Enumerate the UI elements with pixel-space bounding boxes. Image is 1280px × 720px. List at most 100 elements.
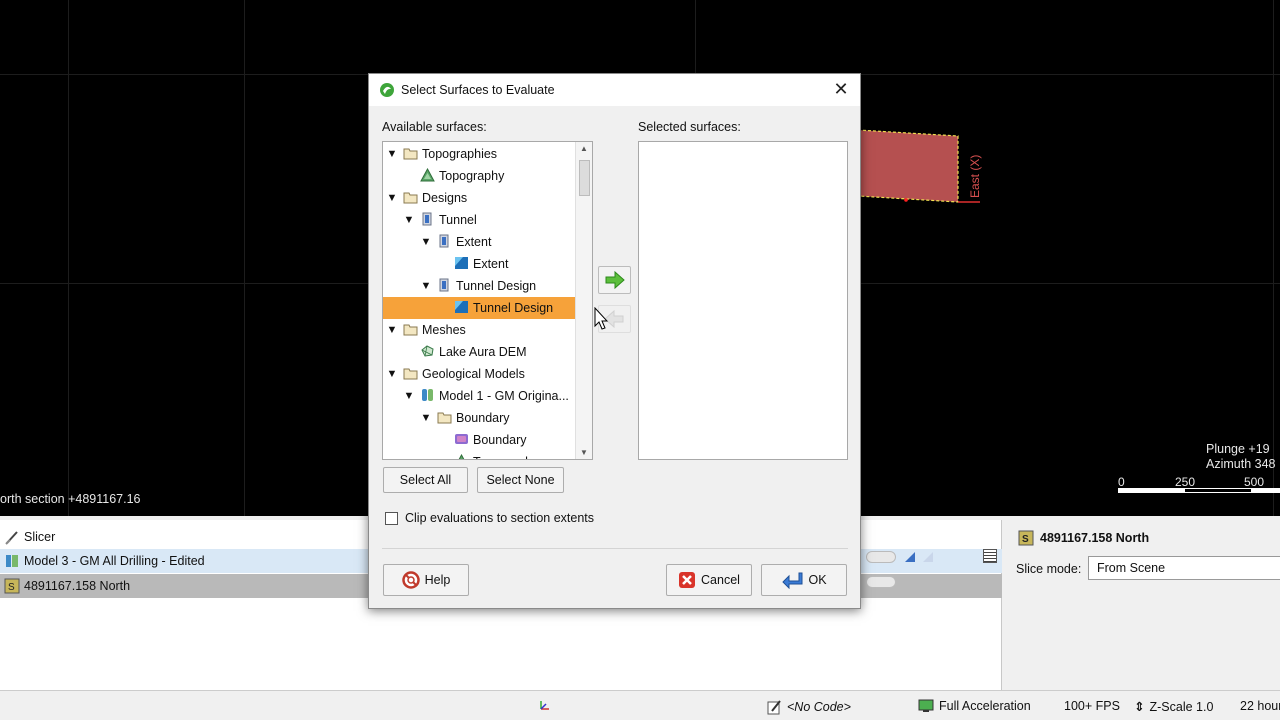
- toggle-button[interactable]: [866, 551, 896, 563]
- tree-item-label: Tunnel: [439, 213, 477, 227]
- geomodel-icon: [6, 555, 18, 567]
- dialog-titlebar[interactable]: Select Surfaces to Evaluate: [369, 74, 860, 106]
- zscale-icon: ⇕: [1134, 700, 1145, 714]
- svg-text:S: S: [1022, 534, 1029, 545]
- grid-line: [1273, 0, 1274, 516]
- edit-code-icon: [767, 700, 781, 715]
- scale-bar: [1118, 488, 1280, 493]
- folder-icon: [437, 410, 452, 427]
- tree-item[interactable]: ▼ Extent: [383, 231, 576, 253]
- tree-item-label: Geological Models: [422, 367, 525, 381]
- tree-item[interactable]: Topography: [383, 451, 576, 459]
- geomodel-icon: [420, 388, 435, 405]
- svg-text:S: S: [8, 582, 15, 593]
- expand-triangle-icon[interactable]: ▼: [419, 412, 433, 424]
- play-icon[interactable]: [903, 550, 917, 564]
- topography-icon: [420, 167, 435, 185]
- list-view-icon[interactable]: [983, 549, 997, 563]
- tree-item[interactable]: ▼ Designs: [383, 187, 576, 209]
- cancel-x-icon: [679, 572, 696, 588]
- scrollbar-thumb[interactable]: [579, 160, 590, 196]
- folder-icon: [403, 366, 418, 383]
- scale-tick-label: 0: [1118, 475, 1125, 489]
- tree-item[interactable]: Lake Aura DEM: [383, 341, 576, 363]
- status-bar: <No Code> Full Acceleration 100+ FPS ⇕ Z…: [0, 690, 1280, 720]
- dialog-separator: [382, 548, 848, 549]
- tree-item-label: Designs: [422, 191, 468, 205]
- status-fps: 100+ FPS: [1064, 699, 1120, 713]
- tree-item[interactable]: ▼ Tunnel: [383, 209, 576, 231]
- slicer-icon: [5, 531, 18, 545]
- help-button[interactable]: Help: [383, 564, 469, 596]
- clip-evaluations-checkbox[interactable]: [385, 512, 398, 525]
- axis-indicator-icon: [540, 701, 549, 710]
- tree-item-label: Model 1 - GM Origina...: [439, 389, 569, 403]
- grid-line: [244, 0, 245, 516]
- section-icon: S: [4, 578, 20, 594]
- list-item-label: 4891167.158 North: [24, 579, 131, 593]
- scroll-down-icon[interactable]: ▼: [576, 448, 592, 457]
- ok-button[interactable]: OK: [761, 564, 847, 596]
- slice-mode-select[interactable]: From Scene: [1088, 556, 1280, 580]
- status-code[interactable]: <No Code>: [766, 699, 851, 715]
- status-code-text: <No Code>: [787, 700, 851, 714]
- close-icon[interactable]: ✕: [832, 80, 850, 98]
- enter-arrow-icon: [782, 572, 803, 589]
- vertical-scrollbar[interactable]: ▲ ▼: [575, 142, 592, 459]
- tree-item-label: Boundary: [473, 433, 527, 447]
- expand-triangle-icon[interactable]: ▼: [385, 192, 399, 204]
- help-label: Help: [424, 573, 451, 587]
- monitor-icon: [918, 699, 934, 712]
- arrow-right-icon: [605, 270, 625, 290]
- scale-bar-segment: [1251, 489, 1280, 492]
- status-zscale-text: Z-Scale 1.0: [1149, 699, 1214, 714]
- list-item-label: Model 3 - GM All Drilling - Edited: [24, 554, 205, 568]
- expand-triangle-icon[interactable]: ▼: [419, 236, 433, 248]
- cancel-button[interactable]: Cancel: [666, 564, 752, 596]
- select-surfaces-dialog: Select Surfaces to Evaluate ✕ Available …: [368, 73, 861, 609]
- tree-item[interactable]: Topography: [383, 165, 576, 187]
- available-surfaces-tree[interactable]: ▼ Topographies Topography ▼ Designs ▼ Tunnel ▼ E…: [382, 141, 593, 460]
- dialog-title: Select Surfaces to Evaluate: [401, 83, 555, 97]
- scale-bar-segment: [1119, 489, 1185, 492]
- toggle-button[interactable]: [866, 576, 896, 588]
- tree-item-label: Topography: [439, 169, 505, 183]
- expand-triangle-icon[interactable]: ▼: [402, 390, 416, 402]
- tree-item[interactable]: ▼ Model 1 - GM Origina...: [383, 385, 576, 407]
- properties-title: S 4891167.158 North: [1018, 530, 1149, 546]
- status-zscale[interactable]: ⇕ Z-Scale 1.0: [1134, 699, 1214, 715]
- tree-item-label: Extent: [456, 235, 492, 249]
- selected-surfaces-list[interactable]: [638, 141, 848, 460]
- clip-evaluations-label[interactable]: Clip evaluations to section extents: [405, 511, 594, 525]
- lifebuoy-icon: [401, 571, 420, 589]
- tree-item[interactable]: Tunnel Design: [383, 297, 576, 319]
- tree-item-label: Topography: [473, 455, 538, 459]
- scroll-up-icon[interactable]: ▲: [576, 144, 592, 153]
- tree-item-label: Tunnel Design: [456, 279, 537, 293]
- folder-icon: [403, 322, 418, 339]
- expand-triangle-icon[interactable]: ▼: [385, 368, 399, 380]
- section-readout: orth section +4891167.16: [0, 492, 141, 506]
- design-icon: [437, 278, 452, 295]
- tree-item[interactable]: Boundary: [383, 429, 576, 451]
- slice-mode-label: Slice mode:: [1016, 562, 1082, 576]
- section-icon: S: [1018, 530, 1034, 546]
- tree-item[interactable]: ▼ Geological Models: [383, 363, 576, 385]
- topography-icon: [454, 453, 469, 459]
- tree-item[interactable]: ▼ Boundary: [383, 407, 576, 429]
- expand-triangle-icon[interactable]: ▼: [402, 214, 416, 226]
- add-selection-button[interactable]: [598, 266, 631, 294]
- design-icon: [420, 212, 435, 229]
- app-logo-icon: [380, 83, 394, 97]
- tree-item[interactable]: ▼ Meshes: [383, 319, 576, 341]
- select-all-button[interactable]: Select All: [383, 467, 468, 493]
- tree-item[interactable]: ▼ Tunnel Design: [383, 275, 576, 297]
- scale-tick-label: 500: [1244, 475, 1265, 489]
- tree-item[interactable]: ▼ Topographies: [383, 143, 576, 165]
- tree-item[interactable]: Extent: [383, 253, 576, 275]
- select-none-button[interactable]: Select None: [477, 467, 564, 493]
- expand-triangle-icon[interactable]: ▼: [385, 148, 399, 160]
- expand-triangle-icon[interactable]: ▼: [385, 324, 399, 336]
- expand-triangle-icon[interactable]: ▼: [419, 280, 433, 292]
- available-surfaces-label: Available surfaces:: [382, 120, 487, 134]
